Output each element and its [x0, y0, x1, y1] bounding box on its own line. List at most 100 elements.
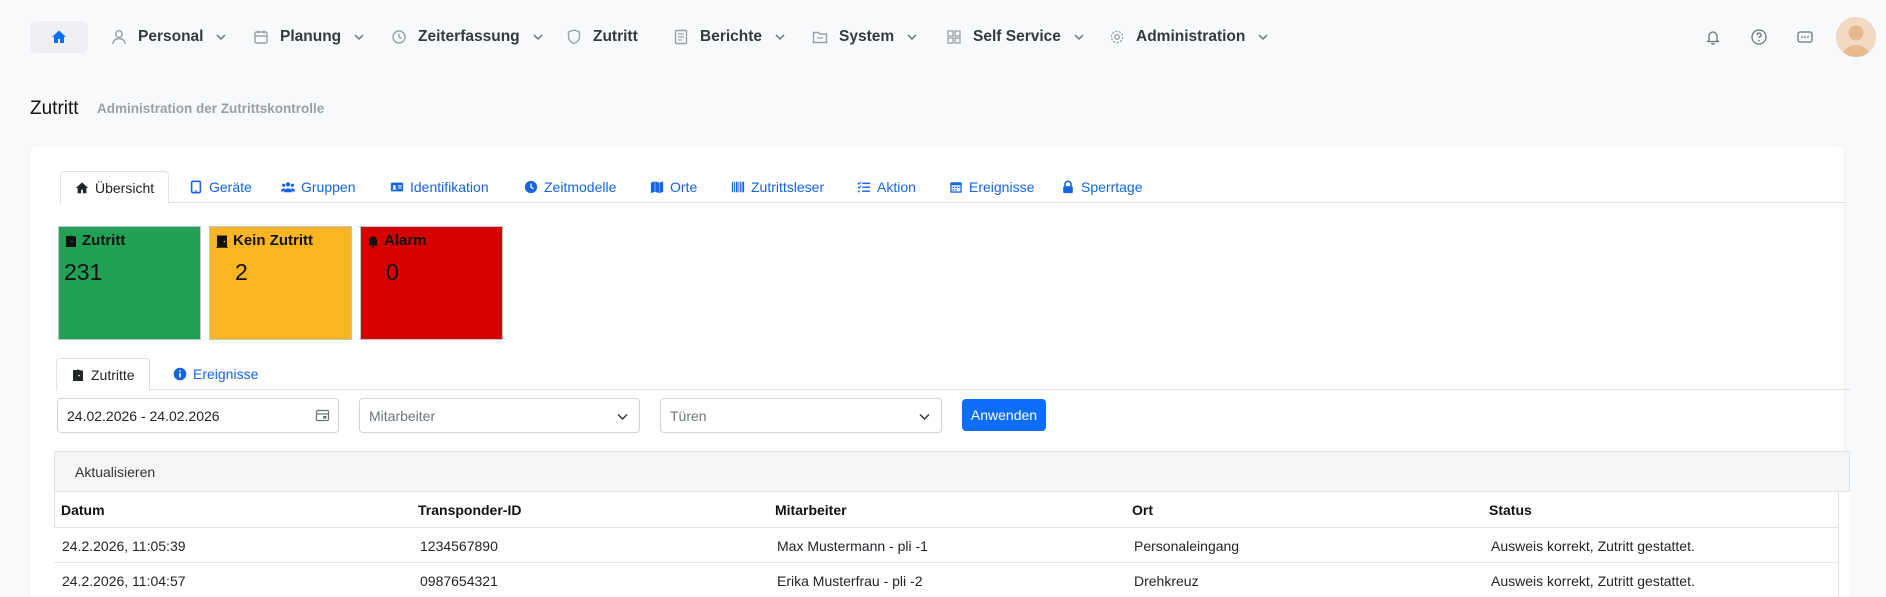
- tile-label: Zutritt: [82, 232, 126, 249]
- grid-header: Datum Transponder-ID Mitarbeiter Ort Sta…: [54, 492, 1850, 528]
- tab-uebersicht[interactable]: Übersicht: [60, 171, 170, 204]
- column-header-datum[interactable]: Datum: [61, 492, 105, 528]
- nav-item-self-service[interactable]: Self Service: [945, 24, 1085, 50]
- tab-label: Zeitmodelle: [544, 179, 617, 195]
- avatar[interactable]: [1836, 17, 1876, 57]
- nav-item-planung[interactable]: Planung: [252, 24, 365, 50]
- tile-kein-zutritt: Kein Zutritt 2: [209, 226, 352, 340]
- users-icon: [281, 180, 295, 194]
- cell-datum: 24.2.2026, 11:04:57: [62, 572, 186, 589]
- info-icon: [173, 367, 187, 381]
- tab-label: Ereignisse: [969, 179, 1035, 195]
- nav-item-label: Berichte: [700, 28, 763, 45]
- door-closed-icon: [215, 234, 229, 248]
- tab-label: Übersicht: [95, 179, 155, 196]
- calendar-icon: [315, 408, 330, 423]
- nav-item-berichte[interactable]: Berichte: [672, 24, 786, 50]
- tab-label: Identifikation: [410, 179, 489, 195]
- user-icon: [110, 28, 128, 46]
- column-header-status[interactable]: Status: [1489, 492, 1532, 528]
- sub-tabs: Zutritte Ereignisse: [56, 358, 1850, 391]
- table-row[interactable]: 24.2.2026, 11:05:39 1234567890 Max Muste…: [54, 528, 1850, 563]
- bell-icon: [366, 234, 380, 248]
- subtab-ereignisse[interactable]: Ereignisse: [173, 358, 258, 390]
- tile-value: 2: [235, 259, 248, 285]
- doors-select[interactable]: Türen: [660, 398, 942, 433]
- tab-aktion[interactable]: Aktion: [857, 171, 916, 203]
- tab-geraete[interactable]: Geräte: [189, 171, 252, 203]
- date-range-input[interactable]: 24.02.2026 - 24.02.2026: [57, 398, 307, 433]
- column-header-transponder-id[interactable]: Transponder-ID: [418, 492, 521, 528]
- tile-label: Kein Zutritt: [233, 232, 313, 249]
- page-subtitle: Administration der Zutrittskontrolle: [97, 101, 325, 116]
- tile-value: 231: [64, 259, 103, 285]
- calendar-icon: [252, 28, 270, 46]
- employee-select-placeholder: Mitarbeiter: [369, 407, 436, 424]
- bell-icon[interactable]: [1702, 26, 1724, 48]
- refresh-button[interactable]: Aktualisieren: [75, 464, 155, 480]
- nav-item-label: Administration: [1136, 28, 1246, 45]
- chat-icon[interactable]: [1794, 26, 1816, 48]
- grid-scrollbar[interactable]: [1838, 492, 1850, 597]
- tile-alarm: Alarm 0: [360, 226, 503, 340]
- page-title: Zutritt: [30, 98, 79, 119]
- door-icon: [71, 368, 85, 382]
- gear-icon: [1108, 28, 1126, 46]
- clock-icon: [524, 180, 538, 194]
- chevron-down-icon: [215, 31, 227, 43]
- tab-orte[interactable]: Orte: [650, 171, 697, 203]
- nav-item-label: Zeiterfassung: [418, 28, 520, 45]
- column-header-ort[interactable]: Ort: [1132, 492, 1153, 528]
- apply-button[interactable]: Anwenden: [962, 399, 1046, 431]
- map-icon: [650, 180, 664, 194]
- grid-icon: [945, 28, 963, 46]
- help-icon[interactable]: [1748, 26, 1770, 48]
- calendar-button[interactable]: [306, 398, 339, 433]
- main-tabs: Übersicht Geräte Gruppen Identifikation …: [60, 171, 1846, 204]
- home-icon: [51, 29, 67, 45]
- employee-select[interactable]: Mitarbeiter: [359, 398, 640, 433]
- chevron-down-icon: [532, 31, 544, 43]
- cell-status: Ausweis korrekt, Zutritt gestattet.: [1491, 537, 1695, 554]
- clock-icon: [390, 28, 408, 46]
- cell-ort: Drehkreuz: [1134, 572, 1199, 589]
- chevron-down-icon: [906, 31, 918, 43]
- nav-item-label: System: [839, 28, 895, 45]
- subtab-zutritte[interactable]: Zutritte: [56, 358, 150, 391]
- tab-label: Aktion: [877, 179, 916, 195]
- subtab-label: Ereignisse: [193, 366, 259, 382]
- chevron-down-icon: [616, 410, 629, 423]
- tab-ereignisse[interactable]: Ereignisse: [949, 171, 1034, 203]
- nav-item-system[interactable]: System: [811, 24, 918, 50]
- doors-select-placeholder: Türen: [670, 407, 707, 424]
- nav-item-zutritt[interactable]: Zutritt: [565, 24, 638, 50]
- tab-zeitmodelle[interactable]: Zeitmodelle: [524, 171, 616, 203]
- column-header-mitarbeiter[interactable]: Mitarbeiter: [775, 492, 847, 528]
- tile-zutritt: Zutritt 231: [58, 226, 201, 340]
- tab-label: Orte: [670, 179, 698, 195]
- nav-item-administration[interactable]: Administration: [1108, 24, 1269, 50]
- folder-icon: [811, 28, 829, 46]
- calendar-icon: [949, 180, 963, 194]
- home-button[interactable]: [30, 21, 88, 53]
- tab-gruppen[interactable]: Gruppen: [281, 171, 355, 203]
- cell-status: Ausweis korrekt, Zutritt gestattet.: [1491, 572, 1695, 589]
- nav-item-label: Planung: [280, 28, 342, 45]
- nav-item-label: Self Service: [973, 28, 1061, 45]
- grid-toolbar: Aktualisieren: [54, 451, 1850, 492]
- lock-icon: [1061, 180, 1075, 194]
- tab-label: Gruppen: [301, 179, 356, 195]
- nav-item-label: Personal: [138, 28, 204, 45]
- tile-label: Alarm: [384, 232, 427, 249]
- tab-zutrittsleser[interactable]: Zutrittsleser: [731, 171, 824, 203]
- table-row[interactable]: 24.2.2026, 11:04:57 0987654321 Erika Mus…: [54, 563, 1850, 597]
- nav-item-personal[interactable]: Personal: [110, 24, 227, 50]
- tab-sperrtage[interactable]: Sperrtage: [1061, 171, 1142, 203]
- home-icon: [75, 181, 89, 195]
- cell-mitarbeiter: Max Mustermann - pli -1: [777, 537, 928, 554]
- cell-datum: 24.2.2026, 11:05:39: [62, 537, 186, 554]
- tab-identifikation[interactable]: Identifikation: [390, 171, 489, 203]
- barcode-icon: [731, 180, 745, 194]
- nav-item-zeiterfassung[interactable]: Zeiterfassung: [390, 24, 544, 50]
- cell-transponder-id: 0987654321: [420, 572, 498, 589]
